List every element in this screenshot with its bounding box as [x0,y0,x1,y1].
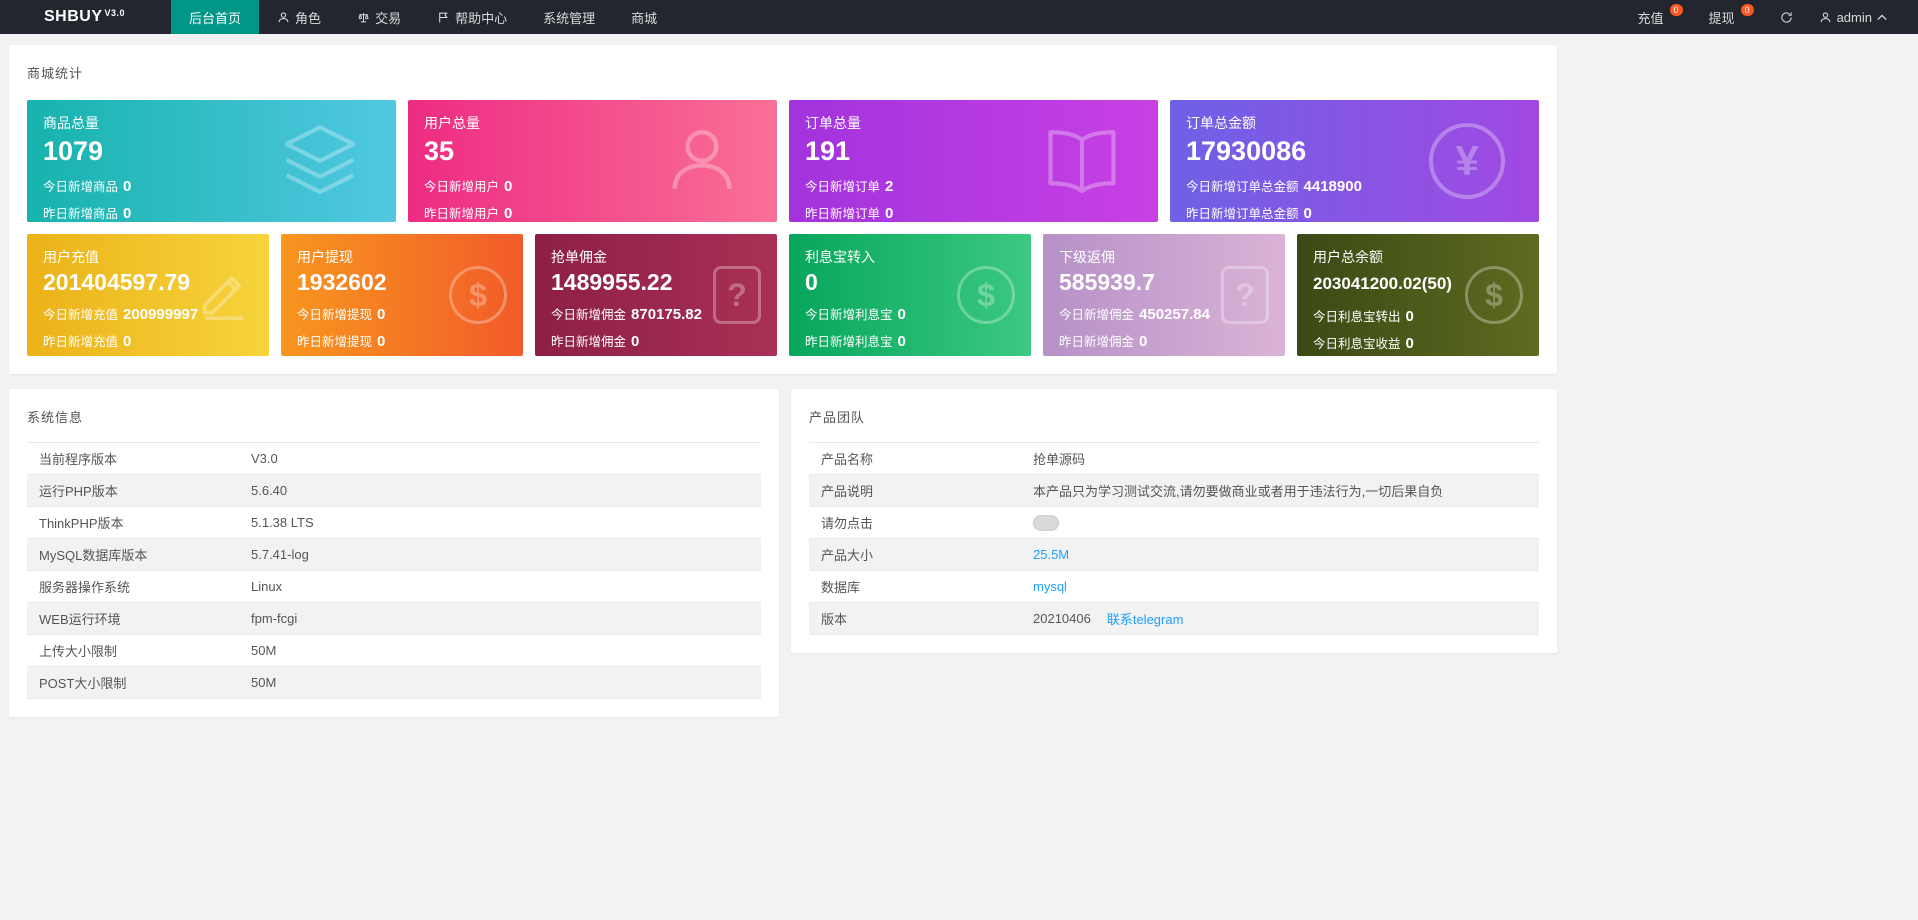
withdraw-badge: 0 [1740,4,1754,16]
pencil-icon [195,265,253,326]
nav-item-dashboard[interactable]: 后台首页 [171,0,260,34]
app-logo: SHBUY V3.0 [0,0,171,34]
product-size-link[interactable]: 25.5M [1033,547,1069,562]
system-info-table: 当前程序版本 V3.0 运行PHP版本 5.6.40 ThinkPHP版本 5.… [27,442,761,699]
telegram-link[interactable]: 联系telegram [1107,609,1184,628]
nav-item-system[interactable]: 系统管理 [525,0,613,34]
product-team-table: 产品名称 抢单源码 产品说明 本产品只为学习测试交流,请勿要做商业或者用于违法行… [809,442,1539,635]
book-icon [1040,118,1124,205]
recharge-button[interactable]: 充值 0 [1625,0,1696,34]
nav-item-help[interactable]: 帮助中心 [419,0,525,34]
database-link[interactable]: mysql [1033,579,1067,594]
table-row: 当前程序版本 V3.0 [27,443,761,475]
big-stat-cards-row: 商品总量 1079 今日新增商品 0 昨日新增商品 0 用户总量 35 今日新增用户… [27,100,1539,222]
table-row: ThinkPHP版本 5.1.38 LTS [27,507,761,539]
stat-card-users-total: 用户总量 35 今日新增用户 0 昨日新增用户 0 [408,100,777,222]
stat-card-title: 抢单佣金 [551,249,607,265]
stat-card-yesterday-line: 昨日新增利息宝 0 [805,333,906,350]
table-row: WEB运行环境 fpm-fcgi [27,603,761,635]
scales-icon [358,12,369,22]
nav-item-mall[interactable]: 商城 [613,0,675,34]
table-row: 运行PHP版本 5.6.40 [27,475,761,507]
stat-card-title: 下级返佣 [1059,249,1115,265]
stat-card-sub-rebate: 下级返佣 585939.7 今日新增佣金 450257.84 昨日新增佣金 0 ? [1043,234,1285,356]
stat-card-user-balance: 用户总余额 203041200.02(50) 今日利息宝转出 0 今日利息宝收益 0… [1297,234,1539,356]
question-icon: ? [1221,266,1269,324]
table-row: POST大小限制 50M [27,667,761,699]
product-team-panel: 产品团队 产品名称 抢单源码 产品说明 本产品只为学习测试交流,请勿要做商业或者… [791,389,1557,653]
user-icon [278,11,289,22]
navbar-right: 充值 0 提现 0 admin [1625,0,1918,34]
nav-item-trade[interactable]: 交易 [339,0,419,34]
yen-icon: ¥ [1429,123,1505,199]
top-navbar: SHBUY V3.0 后台首页 角色 交易 帮助中心 系统管理 商城 充值 0 提现… [0,0,1918,34]
stat-card-orders-total: 订单总量 191 今日新增订单 2 昨日新增订单 0 [789,100,1158,222]
stat-card-yesterday-line: 昨日新增订单总金额 0 [1186,205,1312,222]
withdraw-button[interactable]: 提现 0 [1696,0,1767,34]
stat-card-yesterday-line: 昨日新增佣金 0 [1059,333,1148,350]
dollar-icon: $ [449,266,507,324]
dollar-icon: $ [1465,266,1523,324]
table-row: 上传大小限制 50M [27,635,761,667]
section-title-mall-statistics: 商城统计 [27,66,84,81]
stat-card-yesterday-line: 今日利息宝收益 0 [1313,335,1414,352]
table-row: 版本 20210406 联系telegram [809,603,1539,635]
stat-card-title: 用户总余额 [1313,249,1383,265]
logo-text: SHBUY [44,8,103,25]
bottom-panels: 系统信息 当前程序版本 V3.0 运行PHP版本 5.6.40 ThinkPHP… [9,389,1557,757]
system-info-panel: 系统信息 当前程序版本 V3.0 运行PHP版本 5.6.40 ThinkPHP… [9,389,779,717]
stat-card-yesterday-line: 昨日新增充值 0 [43,333,132,350]
table-row: 产品大小 25.5M [809,539,1539,571]
stat-card-user-withdraw: 用户提现 1932602 今日新增提现 0 昨日新增提现 0 $ [281,234,523,356]
stat-card-title: 用户提现 [297,249,353,265]
table-row: 请勿点击 [809,507,1539,539]
refresh-button[interactable] [1767,0,1806,34]
nav-item-roles[interactable]: 角色 [259,0,339,34]
stat-card-user-recharge: 用户充值 201404597.79 今日新增充值 200999997 昨日新增充值… [27,234,269,356]
user-icon [1820,11,1830,22]
stat-card-grab-commission: 抢单佣金 1489955.22 今日新增佣金 870175.82 昨日新增佣金 0 … [535,234,777,356]
stat-card-yesterday-line: 昨日新增佣金 0 [551,333,640,350]
stat-card-order-amount-total: 订单总金额 17930086 今日新增订单总金额 4418900 昨日新增订单总金… [1170,100,1539,222]
table-row: 产品说明 本产品只为学习测试交流,请勿要做商业或者用于违法行为,一切后果自负 [809,475,1539,507]
question-icon: ? [713,266,761,324]
refresh-icon [1780,11,1792,23]
small-stat-cards-row: 用户充值 201404597.79 今日新增充值 200999997 昨日新增充值… [27,234,1539,356]
table-row: MySQL数据库版本 5.7.41-log [27,539,761,571]
dollar-icon: $ [957,266,1015,324]
stat-card-yesterday-line: 昨日新增提现 0 [297,333,386,350]
stat-card-interest-in: 利息宝转入 0 今日新增利息宝 0 昨日新增利息宝 0 $ [789,234,1031,356]
version-number: 20210406 [1033,611,1091,626]
do-not-click-icon[interactable] [1033,514,1059,531]
page-content: 商城统计 商品总量 1079 今日新增商品 0 昨日新增商品 0 用户总量 35 今… [9,45,1557,757]
table-row: 服务器操作系统 Linux [27,571,761,603]
mall-statistics-panel: 商城统计 商品总量 1079 今日新增商品 0 昨日新增商品 0 用户总量 35 今… [9,45,1557,374]
admin-menu[interactable]: admin [1806,0,1900,34]
flag-icon [439,12,448,22]
product-team-title: 产品团队 [809,410,866,425]
table-row: 数据库 mysql [809,571,1539,603]
chevron-up-icon [1877,13,1887,20]
user-icon [661,119,743,204]
logo-version: V3.0 [104,8,126,18]
main-menu: 后台首页 角色 交易 帮助中心 系统管理 商城 [171,0,675,34]
stat-card-title: 利息宝转入 [805,249,875,265]
stat-card-goods-total: 商品总量 1079 今日新增商品 0 昨日新增商品 0 [27,100,396,222]
system-info-title: 系统信息 [27,410,84,425]
layers-icon [278,118,362,205]
table-row: 产品名称 抢单源码 [809,443,1539,475]
recharge-badge: 0 [1669,4,1683,16]
